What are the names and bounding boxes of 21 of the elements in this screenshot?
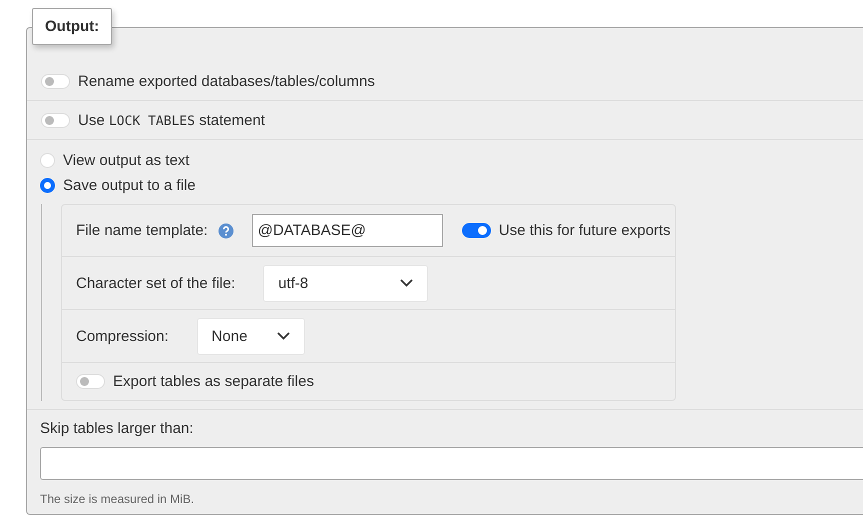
field-label: File name template: [76,222,208,239]
size-input[interactable] [40,447,863,480]
radio-label: View output as text [63,152,190,169]
option-label: Rename exported databases/tables/columns [78,72,375,90]
toggle-switch[interactable] [462,223,491,238]
radio-label: Save output to a file [63,177,196,194]
chevron-down-icon [276,332,290,340]
toggle-label: Use this for future exports [498,222,670,239]
chevron-down-icon [400,279,414,287]
option-label: Export tables as separate files [113,373,314,390]
dropdown-select[interactable]: utf-8 [263,264,428,302]
field-label: Skip tables larger than: [40,420,194,437]
help-icon[interactable] [218,222,234,238]
radio-button[interactable] [40,178,55,193]
field-label: Character set of the file: [76,274,236,292]
hint-text: The size is measured in MiB. [40,492,196,506]
dropdown-select[interactable]: None [196,318,305,354]
section-legend: Output: [32,8,112,45]
field-label: Compression: [76,328,169,344]
text-input[interactable]: @DATABASE@ [252,214,443,247]
option-label: Use LOCK TABLES statement [78,112,265,128]
